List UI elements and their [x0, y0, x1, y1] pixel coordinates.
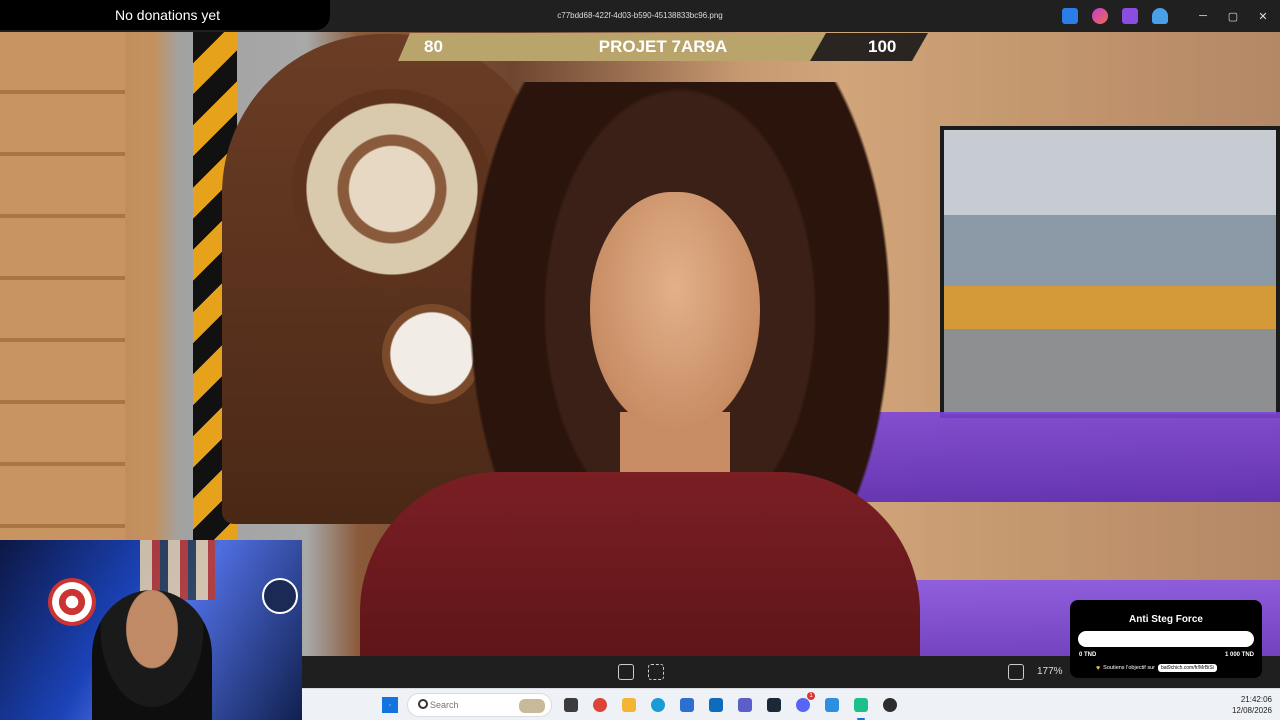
chrome-icon-glyph: [593, 698, 607, 712]
photos-icon-glyph: [825, 698, 839, 712]
person-dress: [360, 472, 920, 656]
radio-dial: [382, 304, 482, 404]
clipchamp-icon[interactable]: [1122, 8, 1138, 24]
discord-icon[interactable]: 1: [792, 692, 815, 716]
media-player-icon[interactable]: [879, 694, 901, 716]
goal-max: 1 000 TND: [1224, 652, 1254, 658]
task-view-icon[interactable]: [560, 694, 582, 716]
search-highlight-icon: [519, 699, 545, 713]
score-banner: 80 PROJET 7AR9A 100: [398, 33, 928, 61]
person-face: [590, 192, 760, 432]
photos-icon[interactable]: [821, 694, 843, 716]
app-active-icon-glyph: [854, 698, 868, 712]
window-controls: ─ ▢ ✕: [1188, 0, 1278, 32]
cloud-icon[interactable]: [1152, 8, 1168, 24]
windows-start-icon[interactable]: [382, 697, 398, 713]
goal-widget: Anti Steg Force 0 TND 1 000 TND ♥ Soutie…: [1070, 600, 1262, 678]
fit-to-window-icon[interactable]: [618, 664, 634, 680]
taskbar: 1 21:42:06 12/08/2026: [302, 688, 1280, 720]
edge-icon-glyph: [651, 698, 665, 712]
teams-icon-glyph: [738, 698, 752, 712]
steam-icon-glyph: [767, 698, 781, 712]
score-left: 80: [424, 37, 443, 56]
store-icon[interactable]: [676, 694, 698, 716]
clock-time: 21:42:06: [1240, 695, 1272, 704]
discord-icon-glyph: [796, 698, 810, 712]
store-icon-glyph: [680, 698, 694, 712]
media-player-icon-glyph: [883, 698, 897, 712]
search-input[interactable]: [430, 697, 520, 713]
outlook-icon[interactable]: [705, 694, 727, 716]
task-view-icon-glyph: [564, 698, 578, 712]
file-explorer-icon-glyph: [622, 698, 636, 712]
copilot-icon[interactable]: [1092, 8, 1108, 24]
goal-footer-text: Soutiens l'objectif sur: [1103, 665, 1155, 671]
crop-icon[interactable]: [648, 664, 664, 680]
webcam-feed: [0, 540, 302, 720]
goal-url: bat9chich.com/fr/MrBiSi: [1157, 664, 1217, 672]
full-screen-icon[interactable]: [1008, 664, 1024, 680]
heart-icon: ♥: [1096, 664, 1101, 672]
zoom-level[interactable]: 177%: [1037, 656, 1063, 688]
teams-icon[interactable]: [734, 694, 756, 716]
clock-date: 12/08/2026: [1231, 706, 1272, 715]
goal-footer: ♥ Soutiens l'objectif sur bat9chich.com/…: [1096, 664, 1217, 672]
notification-badge: 1: [807, 692, 815, 700]
score-right: 100: [868, 37, 897, 56]
painting: [940, 126, 1280, 418]
taskbar-search[interactable]: [407, 693, 552, 717]
donation-banner: No donations yet: [0, 0, 330, 30]
pinned-apps: 1: [560, 692, 901, 720]
system-clock[interactable]: 21:42:06 12/08/2026: [1224, 694, 1272, 716]
steam-icon[interactable]: [763, 694, 785, 716]
maximize-button[interactable]: ▢: [1218, 0, 1248, 32]
edge-icon[interactable]: [647, 694, 669, 716]
title-bar-actions: [1062, 8, 1168, 24]
streamer: [92, 590, 212, 720]
radio-grille: [292, 89, 492, 289]
club-crest-icon: [262, 578, 298, 614]
purple-light: [855, 412, 1280, 502]
goal-title: Anti Steg Force: [1129, 614, 1203, 625]
minimize-button[interactable]: ─: [1188, 0, 1218, 32]
image-edit-icon[interactable]: [1062, 8, 1078, 24]
screen: c77bdd68-422f-4d03-b590-45138833bc96.png…: [0, 0, 1280, 720]
chrome-icon[interactable]: [589, 694, 611, 716]
search-icon: [418, 699, 428, 709]
close-button[interactable]: ✕: [1248, 0, 1278, 32]
shield-icon: [48, 578, 96, 626]
score-title: PROJET 7AR9A: [598, 37, 728, 56]
file-explorer-icon[interactable]: [618, 694, 640, 716]
goal-min: 0 TND: [1079, 652, 1097, 658]
goal-progress-bar: [1078, 631, 1254, 647]
app-active-icon[interactable]: [850, 694, 872, 720]
outlook-icon-glyph: [709, 698, 723, 712]
